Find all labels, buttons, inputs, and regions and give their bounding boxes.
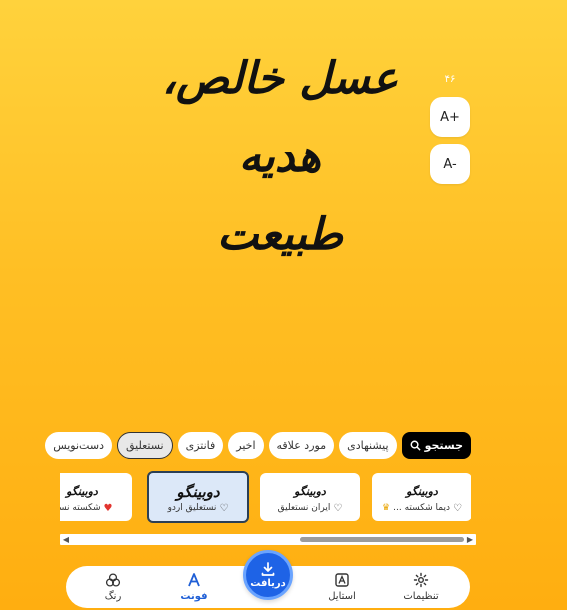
chip-favorites[interactable]: مورد علاقه bbox=[268, 432, 335, 459]
font-card-preview: دوبینگو bbox=[66, 484, 98, 498]
font-card[interactable]: دوبینگو ♡ دیما شکسته ... ♛ bbox=[372, 473, 471, 521]
scroll-right-arrow-icon[interactable]: ▶ bbox=[465, 534, 475, 545]
nav-color-label: رنگ bbox=[104, 591, 122, 602]
nav-style-label: استایل bbox=[328, 591, 356, 602]
font-cards-list: دوبینگو ♡ دیما شکسته ... ♛ دوبینگو ♡ ایر… bbox=[60, 470, 471, 524]
crown-icon: ♛ bbox=[382, 503, 391, 513]
font-card-preview: دوبینگو bbox=[294, 484, 326, 498]
font-category-chips: جستجو پیشنهادی مورد علاقه اخیر فانتزی نس… bbox=[45, 432, 471, 459]
font-card[interactable]: دوبینگو ♡ ایران نستعلیق bbox=[260, 473, 360, 521]
chip-recent[interactable]: اخیر bbox=[228, 432, 264, 459]
font-card-selected[interactable]: دوبینگو ♡ نستعلیق اردو bbox=[147, 471, 249, 523]
nav-font-label: فونت bbox=[180, 591, 208, 602]
download-button-label: دریافت bbox=[250, 578, 286, 589]
search-icon bbox=[410, 440, 421, 451]
chip-fantasy[interactable]: فانتزی bbox=[177, 432, 224, 459]
nav-style[interactable]: استایل bbox=[307, 568, 377, 606]
font-size-value: ۴۶ bbox=[444, 74, 456, 85]
palette-icon bbox=[105, 573, 121, 587]
heart-filled-icon[interactable]: ♥ bbox=[104, 503, 113, 514]
scroll-left-arrow-icon[interactable]: ◀ bbox=[61, 534, 71, 545]
font-card-name: نستعلیق اردو bbox=[167, 503, 217, 513]
chip-search-label: جستجو bbox=[424, 439, 463, 452]
scrollbar-thumb[interactable] bbox=[300, 537, 464, 542]
heart-outline-icon[interactable]: ♡ bbox=[219, 503, 228, 514]
style-icon bbox=[335, 573, 349, 587]
nav-color[interactable]: رنگ bbox=[78, 568, 148, 606]
font-card-preview: دوبینگو bbox=[406, 484, 438, 498]
horizontal-scrollbar[interactable]: ◀ ▶ bbox=[60, 534, 476, 545]
nav-settings-label: تنظیمات bbox=[403, 591, 439, 602]
chip-handwritten[interactable]: دست‌نویس bbox=[45, 432, 112, 459]
gear-icon bbox=[413, 572, 429, 588]
heart-outline-icon[interactable]: ♡ bbox=[333, 503, 342, 514]
decrease-font-size-button[interactable]: A- bbox=[430, 144, 470, 184]
canvas-text-line-2: طبیعت bbox=[216, 209, 343, 260]
font-card-preview: دوبینگو bbox=[176, 482, 220, 501]
font-card-name: ایران نستعلیق bbox=[277, 503, 331, 513]
chip-nastaliq[interactable]: نستعلیق bbox=[116, 432, 173, 459]
font-icon bbox=[188, 573, 200, 587]
nav-settings[interactable]: تنظیمات bbox=[386, 568, 456, 606]
nav-font[interactable]: فونت bbox=[159, 568, 229, 606]
font-card[interactable]: دوبینگو ♥ شکسته نستع bbox=[60, 473, 132, 521]
download-icon bbox=[261, 562, 275, 576]
canvas-text-line-1: عسل خالص، هدیه bbox=[161, 53, 399, 182]
increase-font-size-button[interactable]: A+ bbox=[430, 97, 470, 137]
download-button[interactable]: دریافت bbox=[243, 550, 293, 600]
chip-suggested[interactable]: پیشنهادی bbox=[339, 432, 397, 459]
heart-outline-icon[interactable]: ♡ bbox=[453, 503, 462, 514]
canvas-text[interactable]: عسل خالص، هدیه طبیعت bbox=[150, 40, 410, 274]
chip-search[interactable]: جستجو bbox=[401, 432, 471, 459]
font-card-name: شکسته نستع bbox=[60, 503, 101, 513]
font-card-name: دیما شکسته ... bbox=[393, 503, 450, 513]
